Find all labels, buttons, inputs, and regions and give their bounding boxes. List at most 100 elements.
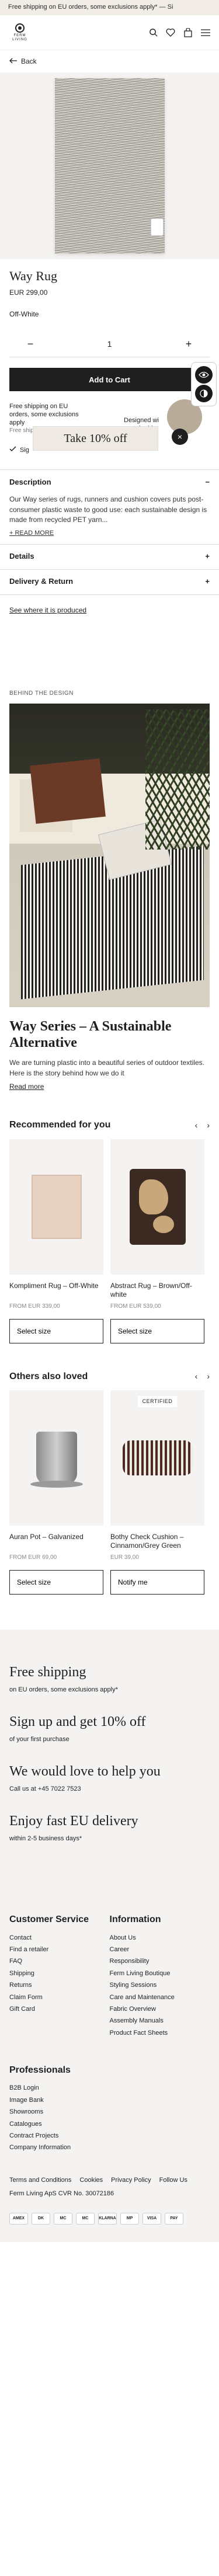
footer-link[interactable]: Styling Sessions — [110, 1981, 210, 1990]
back-link[interactable]: Back — [0, 50, 219, 72]
product-card-name[interactable]: Auran Pot – Galvanized — [9, 1533, 103, 1551]
behind-design-text: We are turning plastic into a beautiful … — [9, 1059, 204, 1077]
behind-design-eyebrow: BEHIND THE DESIGN — [9, 690, 74, 697]
chevron-right-icon[interactable]: › — [207, 1120, 210, 1132]
footer-link[interactable]: About Us — [110, 1934, 210, 1943]
description-text: Our Way series of rugs, runners and cush… — [9, 495, 207, 524]
footer-link[interactable]: Fabric Overview — [110, 2005, 210, 2014]
terms-link[interactable]: Terms and Conditions — [9, 2176, 71, 2185]
product-info: Way Rug EUR 299,00 Off-White − 1 + Add t… — [0, 259, 219, 469]
notify-me-button[interactable]: Notify me — [110, 1570, 204, 1595]
back-label: Back — [21, 57, 37, 65]
dankort-icon: DK — [32, 2212, 50, 2225]
follow-us-link[interactable]: Follow Us — [159, 2176, 187, 2185]
promo-check: Sig — [9, 446, 29, 455]
rug-image — [54, 78, 165, 253]
read-more-link[interactable]: + READ MORE — [9, 529, 54, 538]
chevron-left-icon[interactable]: ‹ — [195, 1120, 198, 1132]
footer-link[interactable]: Returns — [9, 1981, 110, 1990]
product-card[interactable]: Auran Pot – Galvanized FROM EUR 69,00 Se… — [9, 1390, 103, 1595]
product-card-image[interactable] — [110, 1139, 204, 1275]
delivery-header[interactable]: Delivery & Return + — [9, 570, 210, 594]
product-card-image[interactable] — [9, 1139, 103, 1275]
product-card-price: FROM EUR 69,00 — [9, 1554, 57, 1561]
mobilepay-icon: MP — [120, 2212, 139, 2225]
product-card-price: FROM EUR 339,00 — [9, 1303, 60, 1310]
footer-link[interactable]: Gift Card — [9, 2005, 110, 2014]
description-section: Description − Our Way series of rugs, ru… — [0, 469, 219, 544]
footer-link[interactable]: Showrooms — [9, 2108, 210, 2117]
usp-item[interactable]: Sign up and get 10% off of your first pu… — [9, 1714, 210, 1744]
minus-icon[interactable]: − — [23, 337, 37, 351]
take-10-off-popup[interactable]: Take 10% off — [33, 426, 158, 451]
menu-icon[interactable] — [200, 27, 211, 38]
details-header[interactable]: Details + — [9, 545, 210, 569]
add-to-cart-button[interactable]: Add to Cart — [9, 368, 210, 392]
footer-link[interactable]: Image Bank — [9, 2096, 210, 2105]
behind-design-image[interactable] — [9, 704, 210, 1008]
footer-link[interactable]: Contract Projects — [9, 2132, 210, 2140]
recommended-carousel: Recommended for you ‹ › Kompliment Rug –… — [0, 1092, 219, 1343]
legal-links: Terms and Conditions Cookies Privacy Pol… — [9, 2176, 210, 2185]
color-icon[interactable] — [195, 385, 213, 402]
select-size-button[interactable]: Select size — [9, 1570, 103, 1595]
logo-line1: FERM — [13, 33, 26, 37]
usp-sub: on EU orders, some exclusions apply* — [9, 1686, 118, 1693]
delivery-title: Delivery & Return — [9, 577, 74, 586]
usp-sub[interactable]: Call us at +45 7022 7523 — [9, 1785, 210, 1794]
promo-right-line1: Designed wi — [124, 417, 159, 424]
professionals-column: Professionals B2B Login Image Bank Showr… — [9, 2064, 210, 2153]
product-card[interactable]: Kompliment Rug – Off-White FROM EUR 339,… — [9, 1139, 103, 1343]
where-produced-link[interactable]: See where it is produced — [0, 594, 219, 626]
footer-columns: Customer Service Contact Find a retailer… — [9, 1913, 210, 2041]
product-card-name[interactable]: Kompliment Rug – Off-White — [9, 1282, 103, 1300]
close-icon[interactable]: × — [172, 429, 188, 445]
certified-badge: CERTIFIED — [137, 1396, 178, 1407]
usp-item: We would love to help you Call us at +45… — [9, 1764, 210, 1794]
select-size-button[interactable]: Select size — [9, 1318, 103, 1343]
behind-design-read-more[interactable]: Read more — [9, 1082, 44, 1092]
footer-link[interactable]: Assembly Manuals — [110, 2017, 210, 2025]
product-card-name[interactable]: Bothy Check Cushion – Cinnamon/Grey Gree… — [110, 1533, 204, 1551]
company-info: Ferm Living ApS CVR No. 30072186 — [9, 2190, 114, 2198]
footer-link[interactable]: Career — [110, 1945, 210, 1954]
mastercard-icon: MC — [54, 2212, 72, 2225]
product-card-name[interactable]: Abstract Rug – Brown/Off-white — [110, 1282, 204, 1300]
promo-left-line1: Free shipping on EU — [9, 403, 68, 410]
product-card[interactable]: CERTIFIED Bothy Check Cushion – Cinnamon… — [110, 1390, 204, 1595]
footer-link[interactable]: Responsibility — [110, 1957, 210, 1966]
product-card-image[interactable]: CERTIFIED — [110, 1390, 204, 1526]
bag-icon[interactable] — [183, 27, 193, 38]
footer-link[interactable]: Company Information — [9, 2143, 210, 2152]
product-card-image[interactable] — [9, 1390, 103, 1526]
footer-link[interactable]: Claim Form — [9, 1993, 110, 2002]
heart-icon[interactable] — [165, 27, 176, 38]
cookies-link[interactable]: Cookies — [79, 2176, 103, 2185]
footer-link[interactable]: Product Fact Sheets — [110, 2029, 210, 2038]
chevron-right-icon[interactable]: › — [207, 1371, 210, 1383]
quantity-value: 1 — [107, 339, 112, 349]
footer-link[interactable]: Ferm Living Boutique — [110, 1969, 210, 1978]
footer-link[interactable]: Catalogues — [9, 2120, 210, 2129]
chevron-left-icon[interactable]: ‹ — [195, 1371, 198, 1383]
footer-link[interactable]: B2B Login — [9, 2084, 210, 2093]
select-size-button[interactable]: Select size — [110, 1318, 204, 1343]
product-card[interactable]: Abstract Rug – Brown/Off-white FROM EUR … — [110, 1139, 204, 1343]
product-image[interactable] — [0, 72, 219, 259]
search-icon[interactable] — [148, 27, 158, 38]
eye-icon[interactable] — [195, 366, 213, 384]
logo[interactable]: FERM LIVING — [8, 23, 32, 41]
footer-link[interactable]: Contact — [9, 1934, 110, 1943]
description-header[interactable]: Description − — [9, 470, 210, 495]
footer-link[interactable]: Care and Maintenance — [110, 1993, 210, 2002]
header-icons — [148, 27, 211, 38]
promo-area: Free shipping on EU orders, some exclusi… — [9, 399, 210, 469]
plus-icon[interactable]: + — [182, 337, 196, 351]
accessibility-widget[interactable] — [191, 362, 217, 406]
footer-link[interactable]: Shipping — [9, 1969, 110, 1978]
footer-link[interactable]: FAQ — [9, 1957, 110, 1966]
usp-item: Enjoy fast EU delivery within 2-5 busine… — [9, 1813, 210, 1843]
privacy-link[interactable]: Privacy Policy — [111, 2176, 151, 2185]
footer-link[interactable]: Find a retailer — [9, 1945, 110, 1954]
take-10-off-text: Take 10% off — [64, 432, 127, 445]
